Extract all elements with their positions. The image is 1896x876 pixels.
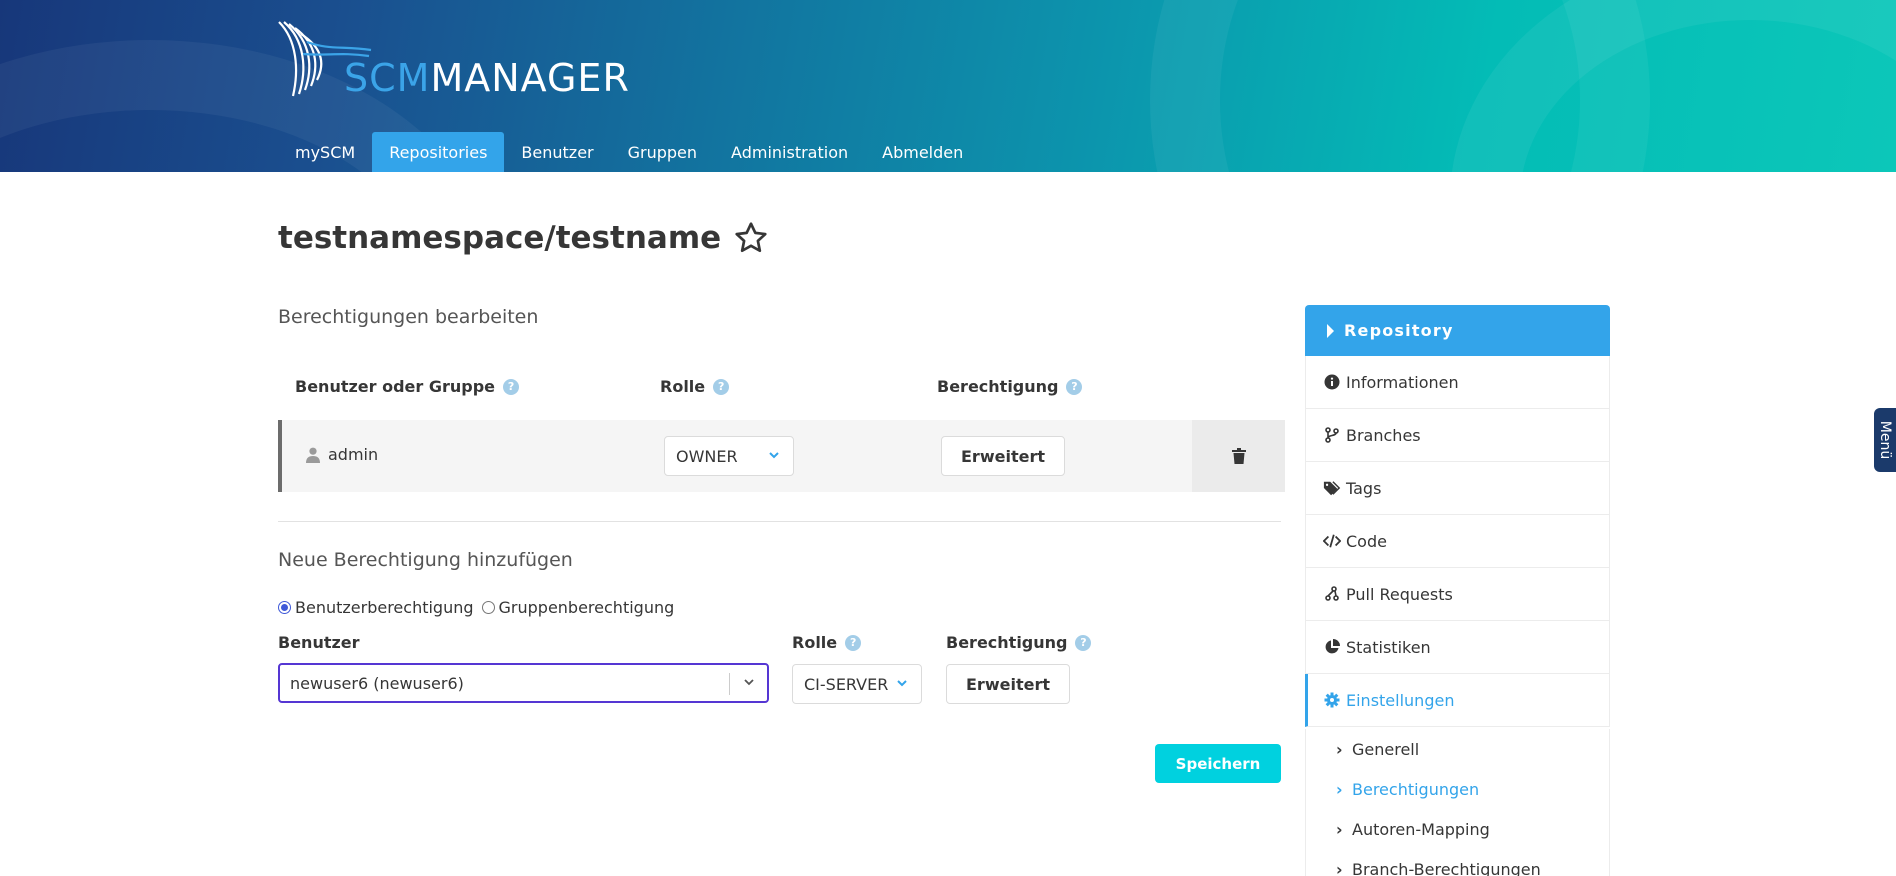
save-button[interactable]: Speichern	[1155, 744, 1281, 783]
star-icon[interactable]	[733, 220, 769, 256]
nav-myscm[interactable]: mySCM	[278, 132, 372, 172]
role-field-label: Rolle?	[792, 633, 862, 652]
combo-separator	[729, 673, 730, 695]
add-permission-title: Neue Berechtigung hinzufügen	[278, 549, 573, 571]
column-header-role: Rolle?	[660, 377, 730, 396]
user-field-label: Benutzer	[278, 633, 360, 652]
nav-administration[interactable]: Administration	[714, 132, 865, 172]
chevron-down-icon	[769, 452, 779, 459]
page-title: testnamespace/testname	[278, 220, 769, 256]
trash-icon	[1231, 448, 1246, 464]
help-icon[interactable]: ?	[1066, 378, 1083, 395]
chevron-right-icon: ›	[1336, 859, 1343, 876]
sidebar-subitem-autoren-mapping[interactable]: › Autoren-Mapping	[1305, 809, 1610, 849]
role-select[interactable]: OWNER	[664, 436, 794, 476]
app-header: SCMMANAGER mySCM Repositories Benutzer G…	[0, 0, 1896, 172]
logo-text: SCMMANAGER	[344, 56, 630, 100]
sidebar-subitem-berechtigungen[interactable]: › Berechtigungen	[1305, 769, 1610, 809]
sidebar-item-einstellungen[interactable]: Einstellungen	[1305, 674, 1610, 727]
pull-request-icon	[1323, 585, 1341, 603]
sidebar-item-informationen[interactable]: Informationen	[1305, 356, 1610, 409]
new-advanced-permissions-button[interactable]: Erweitert	[946, 664, 1070, 704]
section-divider	[278, 521, 1281, 522]
gear-icon	[1323, 691, 1341, 709]
code-icon	[1323, 532, 1341, 550]
user-autocomplete-input[interactable]: newuser6 (newuser6)	[278, 663, 769, 703]
new-role-select[interactable]: CI-SERVER	[792, 664, 922, 704]
chevron-right-icon: ›	[1336, 819, 1343, 839]
repository-name: testnamespace/testname	[278, 220, 722, 256]
nav-groups[interactable]: Gruppen	[611, 132, 714, 172]
group-permission-label[interactable]: Gruppenberechtigung	[499, 598, 675, 617]
help-icon[interactable]: ?	[503, 378, 520, 395]
chevron-down-icon[interactable]	[743, 676, 755, 688]
permission-field-label: Berechtigung?	[946, 633, 1092, 652]
tags-icon	[1323, 479, 1341, 497]
column-header-permission: Berechtigung?	[937, 377, 1083, 396]
group-permission-radio[interactable]	[481, 601, 495, 614]
help-icon[interactable]: ?	[713, 378, 730, 395]
help-icon[interactable]: ?	[1075, 634, 1092, 651]
sidebar-item-tags[interactable]: Tags	[1305, 462, 1610, 515]
sidebar-item-branches[interactable]: Branches	[1305, 409, 1610, 462]
repository-sidebar: Repository Informationen Branches Tags C…	[1305, 305, 1610, 876]
help-icon[interactable]: ?	[845, 634, 862, 651]
sidebar-item-code[interactable]: Code	[1305, 515, 1610, 568]
advanced-permissions-button[interactable]: Erweitert	[941, 436, 1065, 476]
permission-row: admin OWNER Erweitert	[278, 420, 1285, 492]
edit-permissions-title: Berechtigungen bearbeiten	[278, 306, 539, 328]
user-permission-label[interactable]: Benutzerberechtigung	[295, 598, 474, 617]
sidebar-item-statistiken[interactable]: Statistiken	[1305, 621, 1610, 674]
permission-user: admin	[306, 445, 378, 464]
user-permission-radio[interactable]	[278, 601, 291, 614]
delete-permission-button[interactable]	[1192, 420, 1285, 492]
chevron-right-icon: ›	[1336, 739, 1343, 759]
chevron-down-icon	[897, 680, 907, 687]
pie-chart-icon	[1323, 638, 1341, 656]
sidebar-subitem-branch-berechtigungen[interactable]: › Branch-Berechtigungen	[1305, 849, 1610, 876]
nav-users[interactable]: Benutzer	[504, 132, 610, 172]
sidebar-header-repository[interactable]: Repository	[1305, 305, 1610, 356]
main-nav: mySCM Repositories Benutzer Gruppen Admi…	[278, 132, 980, 172]
sidebar-subitem-generell[interactable]: › Generell	[1305, 729, 1610, 769]
caret-right-icon	[1327, 323, 1334, 338]
nav-repositories[interactable]: Repositories	[372, 132, 505, 172]
chevron-right-icon: ›	[1336, 779, 1343, 799]
info-icon	[1323, 373, 1341, 391]
nav-logout[interactable]: Abmelden	[865, 132, 980, 172]
user-icon	[306, 447, 320, 463]
branch-icon	[1323, 426, 1341, 444]
permission-type-radios: Benutzerberechtigung Gruppenberechtigung	[278, 598, 674, 617]
column-header-user-or-group: Benutzer oder Gruppe?	[295, 377, 520, 396]
menu-toggle-tab[interactable]: Menü	[1874, 408, 1896, 472]
sidebar-item-pull-requests[interactable]: Pull Requests	[1305, 568, 1610, 621]
